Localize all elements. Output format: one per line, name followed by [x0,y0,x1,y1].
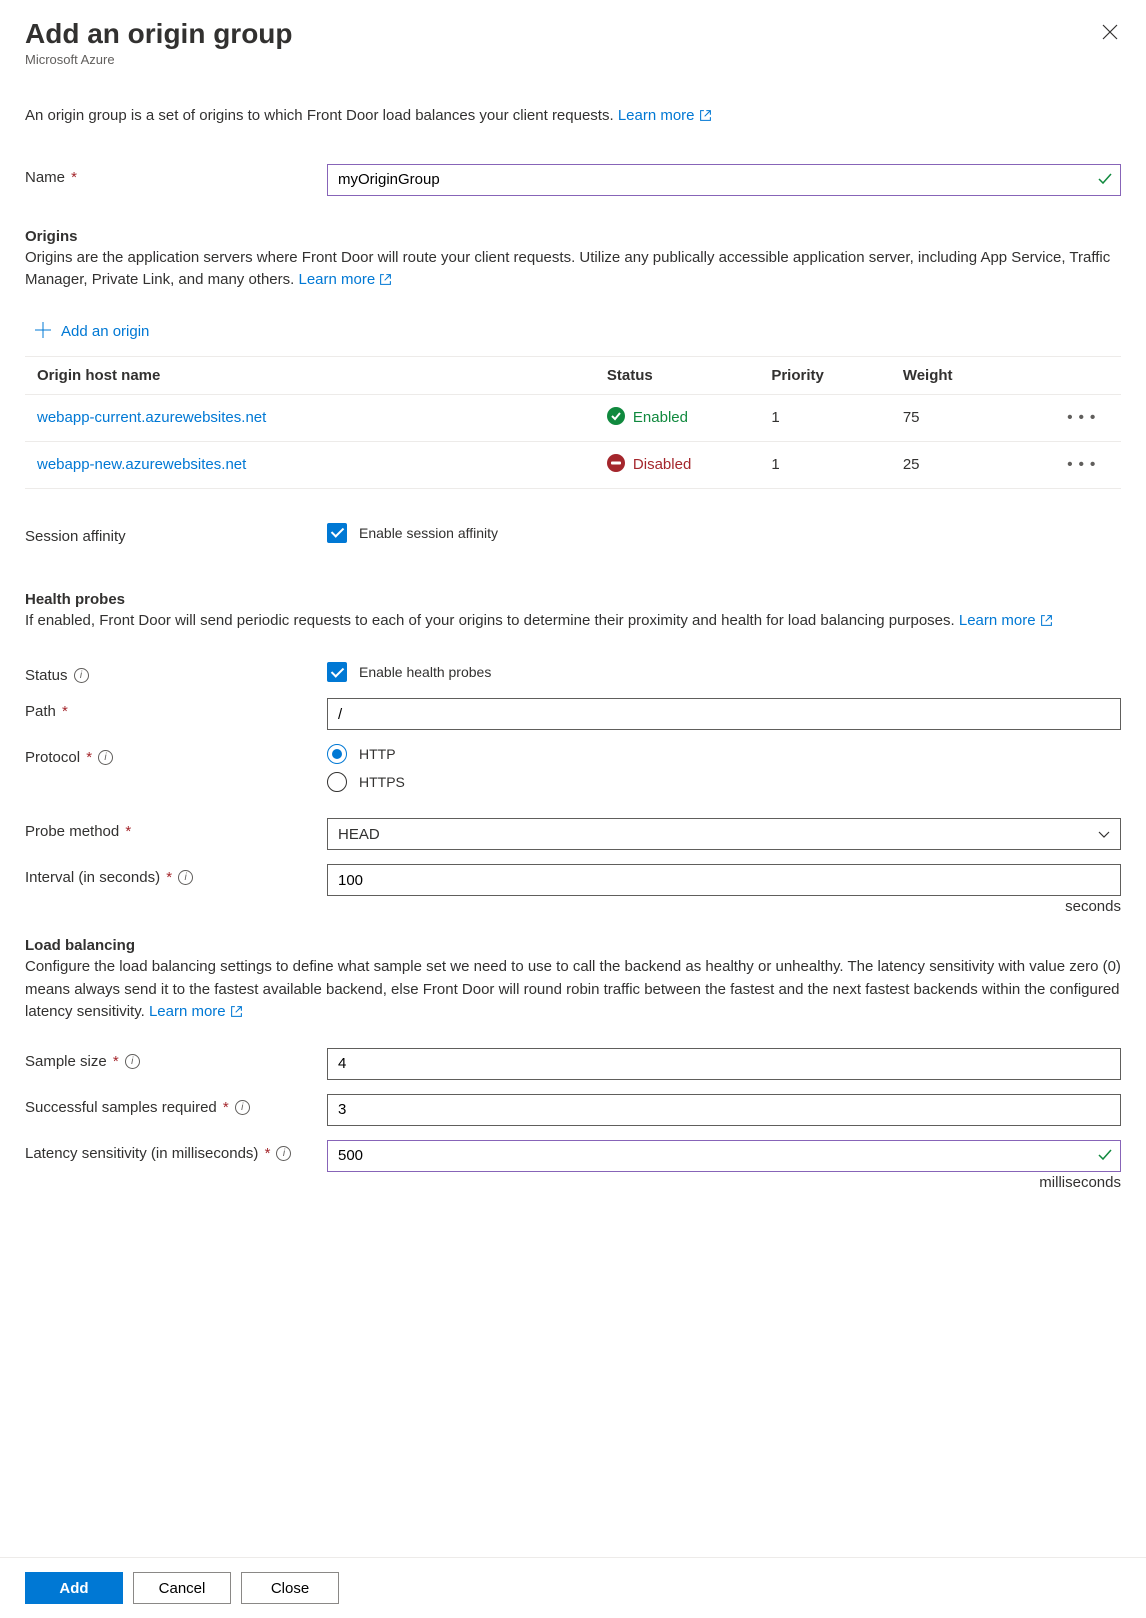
origins-learn-more-link[interactable]: Learn more [298,271,392,288]
weight-value: 25 [891,441,1055,488]
protocol-radio-group: HTTP HTTPS [327,744,1121,792]
origins-header: Origins [25,228,1121,245]
info-icon[interactable]: i [235,1100,250,1115]
plus-icon [35,322,51,342]
session-affinity-label: Session affinity [25,523,327,545]
external-link-icon [699,107,712,130]
sample-size-label: Sample size * i [25,1048,327,1070]
more-actions-icon[interactable]: • • • [1067,456,1096,473]
health-status-label: Status i [25,662,327,684]
disabled-status-icon [607,454,625,476]
table-header-row: Origin host name Status Priority Weight [25,356,1121,394]
radio-label: HTTP [359,746,396,762]
health-probes-header: Health probes [25,591,1121,608]
health-probes-checkbox-label: Enable health probes [359,664,491,680]
interval-input[interactable] [327,864,1121,896]
protocol-https-radio[interactable]: HTTPS [327,772,1121,792]
page-title: Add an origin group [25,18,1121,50]
session-affinity-checkbox-label: Enable session affinity [359,525,498,541]
description-text: An origin group is a set of origins to w… [25,107,614,124]
protocol-label: Protocol * i [25,744,327,766]
add-button[interactable]: Add [25,1572,123,1604]
col-weight: Weight [891,356,1055,394]
priority-value: 1 [759,394,891,441]
close-button[interactable]: Close [241,1572,339,1604]
successful-samples-label: Successful samples required * i [25,1094,327,1116]
successful-samples-input[interactable] [327,1094,1121,1126]
load-balancing-header: Load balancing [25,937,1121,954]
name-label: Name * [25,164,327,186]
origins-table: Origin host name Status Priority Weight … [25,356,1121,489]
table-row: webapp-current.azurewebsites.net Enabled… [25,394,1121,441]
origin-hostname-link[interactable]: webapp-current.azurewebsites.net [25,394,595,441]
interval-label: Interval (in seconds) * i [25,864,327,886]
origin-hostname-link[interactable]: webapp-new.azurewebsites.net [25,441,595,488]
info-icon[interactable]: i [74,668,89,683]
info-icon[interactable]: i [178,870,193,885]
origins-description: Origins are the application servers wher… [25,247,1121,294]
health-probes-description: If enabled, Front Door will send periodi… [25,610,1121,635]
probe-method-select[interactable]: HEAD [327,818,1121,850]
sample-size-input[interactable] [327,1048,1121,1080]
load-balancing-description: Configure the load balancing settings to… [25,956,1121,1026]
info-icon[interactable]: i [125,1054,140,1069]
col-hostname: Origin host name [25,356,595,394]
external-link-icon [230,1003,243,1026]
more-actions-icon[interactable]: • • • [1067,409,1096,426]
page-subtitle: Microsoft Azure [25,52,1121,67]
latency-label: Latency sensitivity (in milliseconds) * … [25,1140,327,1162]
status-text: Disabled [633,456,691,473]
add-origin-button[interactable]: Add an origin [35,322,1121,342]
external-link-icon [379,271,392,294]
col-priority: Priority [759,356,891,394]
learn-more-link[interactable]: Learn more [618,107,712,124]
latency-input[interactable] [327,1140,1121,1172]
path-input[interactable] [327,698,1121,730]
chevron-down-icon [1097,827,1111,844]
name-input[interactable] [327,164,1121,196]
close-icon[interactable] [1102,24,1118,43]
col-status: Status [595,356,759,394]
table-row: webapp-new.azurewebsites.net Disabled 1 … [25,441,1121,488]
add-origin-label: Add an origin [61,323,149,340]
priority-value: 1 [759,441,891,488]
footer-bar: Add Cancel Close [0,1557,1146,1618]
health-probes-checkbox[interactable] [327,662,347,682]
health-probes-learn-more-link[interactable]: Learn more [959,612,1053,629]
protocol-http-radio[interactable]: HTTP [327,744,1121,764]
info-icon[interactable]: i [276,1146,291,1161]
latency-unit: milliseconds [327,1174,1121,1191]
checkmark-icon [1097,171,1113,190]
checkmark-icon [1097,1147,1113,1166]
interval-unit: seconds [327,898,1121,915]
cancel-button[interactable]: Cancel [133,1572,231,1604]
path-label: Path * [25,698,327,720]
enabled-status-icon [607,407,625,429]
status-text: Enabled [633,409,688,426]
info-icon[interactable]: i [98,750,113,765]
weight-value: 75 [891,394,1055,441]
probe-method-label: Probe method * [25,818,327,840]
page-description: An origin group is a set of origins to w… [25,105,1121,130]
radio-label: HTTPS [359,774,405,790]
external-link-icon [1040,612,1053,635]
learn-more-text: Learn more [618,107,695,124]
session-affinity-checkbox[interactable] [327,523,347,543]
load-balancing-learn-more-link[interactable]: Learn more [149,1003,243,1020]
